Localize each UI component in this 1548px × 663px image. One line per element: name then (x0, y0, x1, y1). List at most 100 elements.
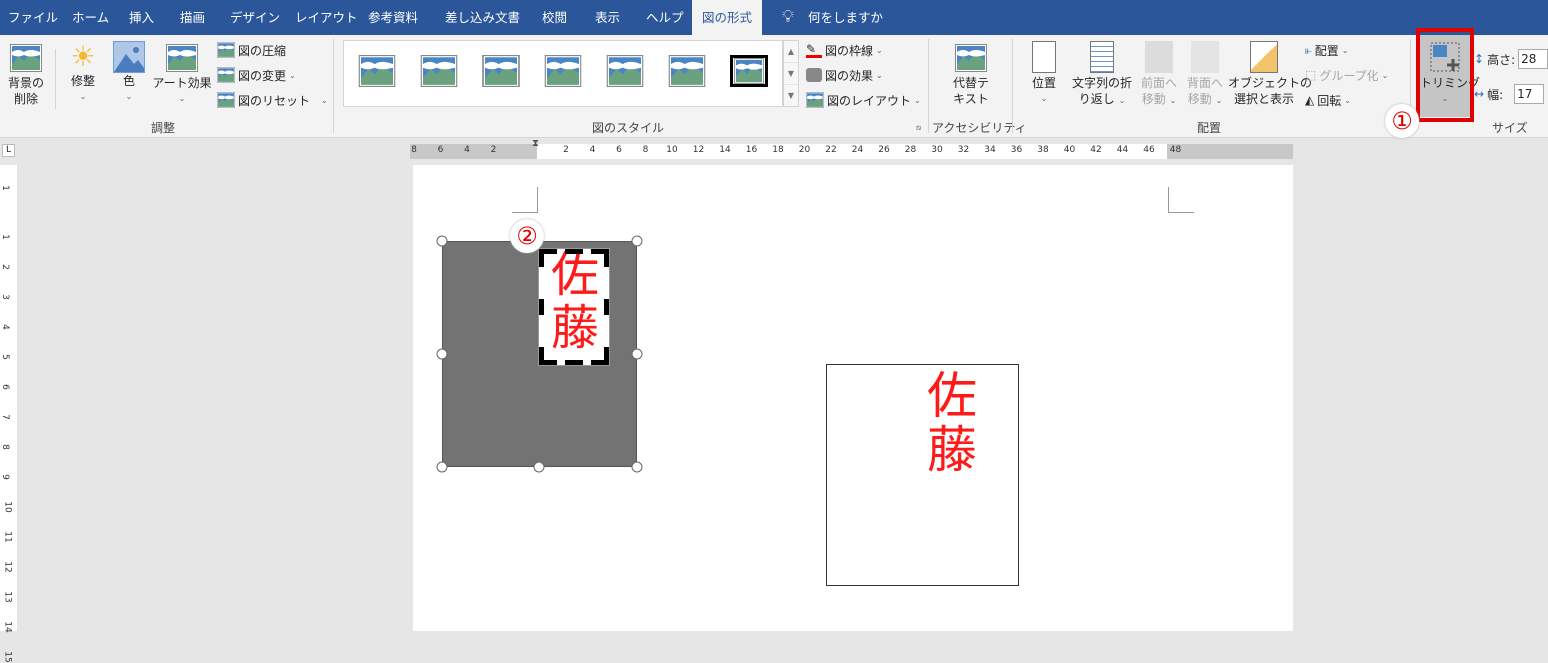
send-backward-button[interactable]: 背面へ 移動 ⌄ (1184, 41, 1226, 109)
label: アート効果 (152, 76, 212, 90)
ruler-number: 38 (1037, 145, 1049, 155)
style-thumbnail[interactable] (544, 55, 582, 87)
group-button[interactable]: ⬚ グループ化 ⌄ (1305, 65, 1388, 85)
crop-region[interactable]: 佐 藤 (538, 248, 610, 366)
tab-file[interactable]: ファイル (8, 0, 58, 35)
group-label-styles: 図のスタイル (592, 121, 665, 135)
result-picture[interactable]: 佐 藤 (826, 364, 1019, 586)
indent-marker-icon[interactable]: ⧗ (532, 138, 539, 149)
tell-me-search[interactable]: 何をしますか (808, 0, 883, 35)
label: 前面へ (1140, 76, 1177, 90)
resize-handle[interactable] (631, 348, 643, 360)
tab-picture-format[interactable]: 図の形式 (692, 0, 763, 35)
ruler-number: 34 (984, 145, 996, 155)
chevron-down-icon: ⌄ (876, 45, 883, 55)
style-thumbnail[interactable] (482, 55, 520, 87)
picture-layout-button[interactable]: 図のレイアウト ⌄ (806, 90, 921, 110)
tab-insert[interactable]: 挿入 (129, 0, 154, 35)
ruler-number: 2 (563, 145, 569, 155)
picture-border-button[interactable]: ✎ 図の枠線 ⌄ (806, 40, 883, 60)
alt-text-button[interactable]: 代替テ キスト (948, 41, 994, 107)
tab-references[interactable]: 参考資料 (368, 0, 418, 35)
tab-draw[interactable]: 描画 (180, 0, 205, 35)
effects-icon (806, 68, 822, 82)
wrap-text-button[interactable]: 文字列の折 り返し ⌄ (1068, 41, 1136, 109)
margin-corner-mark (1168, 187, 1194, 213)
ruler-number: 5 (0, 354, 10, 360)
width-input[interactable]: 17 (1514, 84, 1545, 104)
divider (1012, 39, 1013, 133)
change-picture-button[interactable]: 図の変更 ⌄ (217, 65, 296, 85)
dialog-launcher-icon[interactable]: ⧅ (916, 123, 921, 133)
crop-handle[interactable] (539, 299, 544, 315)
label: 文字列の折 (1071, 76, 1132, 90)
ruler-number: 2 (490, 145, 497, 155)
style-thumbnail[interactable] (420, 55, 458, 87)
label: グループ化 (1319, 68, 1379, 83)
ruler-number: 46 (1143, 145, 1155, 155)
tab-design[interactable]: デザイン (230, 0, 280, 35)
align-button[interactable]: ⫦ 配置 ⌄ (1305, 40, 1349, 60)
crop-handle[interactable] (565, 360, 583, 365)
artistic-effects-button[interactable]: アート効果 ⌄ (150, 41, 214, 107)
compress-pictures-button[interactable]: 図の圧縮 (217, 40, 286, 60)
resize-handle[interactable] (436, 348, 448, 360)
color-button[interactable]: 色 ⌄ (110, 41, 148, 105)
more-icon[interactable]: ▼ (784, 85, 798, 107)
picture-effects-button[interactable]: 図の効果 ⌄ (806, 65, 883, 85)
scroll-up-icon[interactable]: ▲ (784, 41, 798, 63)
tab-help[interactable]: ヘルプ (646, 0, 684, 35)
style-thumbnail[interactable] (606, 55, 644, 87)
send-backward-icon (1191, 41, 1219, 73)
horizontal-ruler[interactable]: 8 6 4 2 2 4 6 8 10 12 14 16 18 20 22 24 26 28 30 32 34 36 38 40… (410, 138, 1293, 159)
resize-handle[interactable] (631, 235, 643, 247)
style-thumbnail[interactable] (358, 55, 396, 87)
reset-picture-icon (217, 92, 235, 108)
ruler-number: 4 (464, 145, 470, 155)
height-input[interactable]: 28 (1518, 49, 1548, 69)
tab-review[interactable]: 校閲 (542, 0, 567, 35)
tab-view[interactable]: 表示 (595, 0, 620, 35)
tab-mailings[interactable]: 差し込み文書 (445, 0, 520, 35)
remove-background-button[interactable]: 背景の 削除 (4, 41, 48, 107)
ruler-number: 6 (616, 145, 622, 155)
ruler-number: 8 (0, 444, 10, 450)
reset-picture-button[interactable]: 図のリセット ⌄ (217, 90, 328, 110)
tab-selector[interactable]: L (2, 144, 15, 157)
crop-handle[interactable] (604, 299, 609, 315)
resize-handle[interactable] (436, 235, 448, 247)
style-thumbnail[interactable] (730, 55, 768, 87)
vertical-ruler[interactable]: 1 1 2 3 4 5 6 7 8 9 10 11 12 13 14 15 (0, 165, 17, 663)
chevron-down-icon: ⌄ (178, 94, 186, 103)
label: 図の変更 (238, 68, 287, 83)
crop-handle[interactable] (539, 347, 544, 365)
crop-handle[interactable] (604, 249, 609, 267)
chevron-down-icon: ⌄ (1040, 94, 1048, 103)
position-button[interactable]: 位置 ⌄ (1026, 41, 1062, 107)
seal-text-top: 佐 (551, 247, 600, 303)
corrections-button[interactable]: ☀ 修整 ⌄ (62, 41, 104, 105)
gallery-scroll[interactable]: ▲ ▼ ▼ (783, 40, 799, 107)
tab-home[interactable]: ホーム (72, 0, 109, 35)
ruler-number: 12 (2, 561, 13, 573)
bring-forward-button[interactable]: 前面へ 移動 ⌄ (1138, 41, 1180, 109)
selection-pane-button[interactable]: オブジェクトの 選択と表示 (1228, 41, 1312, 107)
style-thumbnail[interactable] (668, 55, 706, 87)
crop-handle[interactable] (604, 347, 609, 365)
scroll-down-icon[interactable]: ▼ (784, 63, 798, 85)
label: 図のリセット (238, 93, 311, 108)
callout-1: ① (1385, 104, 1419, 138)
crop-handle[interactable] (565, 249, 583, 254)
group-label-size: サイズ (1492, 121, 1528, 135)
resize-handle[interactable] (631, 461, 643, 473)
ruler-number: 9 (0, 474, 10, 480)
rotate-button[interactable]: ◭ 回転 ⌄ (1305, 90, 1351, 110)
divider (928, 39, 929, 133)
ribbon-tab-bar: ファイル ホーム 挿入 描画 デザイン レイアウト 参考資料 差し込み文書 校閲… (0, 0, 1548, 35)
tab-layout[interactable]: レイアウト (295, 0, 358, 35)
crop-handle[interactable] (539, 249, 544, 267)
margin-corner-mark (512, 187, 538, 213)
resize-handle[interactable] (533, 461, 545, 473)
label: 削除 (13, 92, 38, 106)
resize-handle[interactable] (436, 461, 448, 473)
